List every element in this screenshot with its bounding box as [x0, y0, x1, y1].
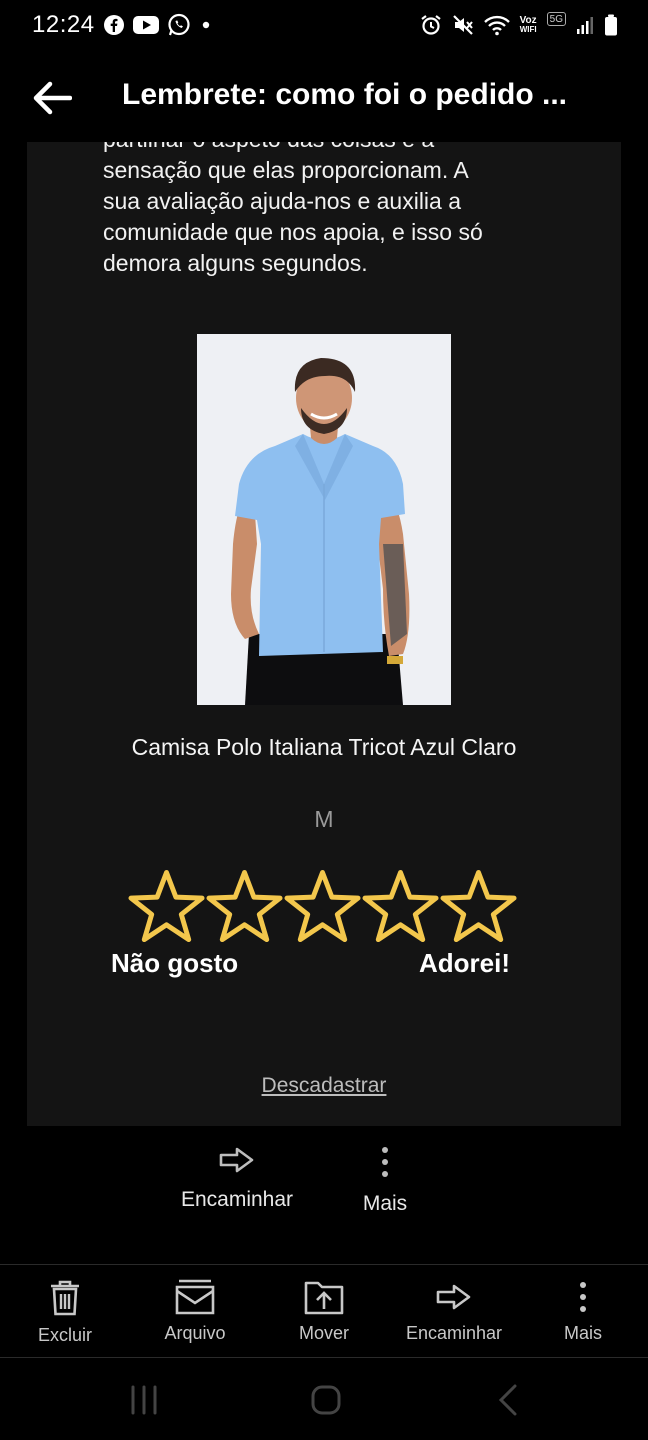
star-3-icon[interactable] [284, 868, 361, 946]
back-arrow-icon [33, 81, 72, 115]
body-line: comunidade que nos apoia, e isso só [103, 219, 483, 245]
rating-high-label: Adorei! [419, 948, 510, 978]
body-line: demora alguns segundos. [103, 250, 368, 276]
back-nav-button[interactable] [478, 1382, 538, 1418]
back-button[interactable] [30, 76, 74, 120]
system-nav-bar [0, 1360, 648, 1440]
recents-icon [131, 1385, 157, 1415]
whatsapp-icon [167, 13, 191, 37]
home-button[interactable] [296, 1382, 356, 1418]
star-5-icon[interactable] [440, 868, 517, 946]
rating-low-label: Não gosto [111, 948, 239, 978]
inline-actions: Encaminhar Mais [0, 1146, 648, 1226]
move-folder-icon [304, 1281, 344, 1315]
forward-arrow-icon [219, 1147, 254, 1173]
product-photo-illustration [197, 334, 451, 705]
email-subject: Lembrete: como foi o pedido ... [122, 78, 568, 111]
inline-more-label: Mais [362, 1192, 408, 1215]
move-button[interactable]: Mover [259, 1279, 389, 1344]
forward-button[interactable]: Encaminhar [389, 1279, 519, 1344]
more-vertical-icon [580, 1282, 586, 1312]
body-line: sua avaliação ajuda-nos e auxilia a [103, 188, 462, 214]
wifi-label: WIFI [519, 25, 537, 34]
delete-label: Excluir [37, 1325, 92, 1345]
status-bar: 12:24 Voz WIFI 5G [0, 0, 648, 50]
forward-arrow-icon [436, 1284, 471, 1310]
product-size: M [314, 806, 334, 832]
more-vertical-icon [382, 1147, 388, 1177]
archive-icon [175, 1279, 215, 1315]
email-body: partilhar o aspeto das coisas e a sensaç… [27, 142, 621, 1126]
signal-icon [576, 15, 594, 35]
rating-stars [128, 868, 517, 946]
network-label: 5G [549, 13, 563, 25]
5g-icon: 5G [546, 12, 566, 26]
product-image[interactable] [197, 334, 451, 705]
star-2-icon[interactable] [206, 868, 283, 946]
move-label: Mover [298, 1323, 349, 1343]
inline-more-button[interactable]: Mais [350, 1146, 420, 1216]
email-body-text: partilhar o aspeto das coisas e a sensaç… [103, 142, 553, 279]
body-line: sensação que elas proporcionam. A [103, 157, 469, 183]
body-line: partilhar o aspeto das coisas e a [103, 142, 553, 155]
clock: 12:24 [32, 11, 95, 38]
facebook-icon [103, 14, 125, 36]
delete-button[interactable]: Excluir [0, 1279, 130, 1346]
chevron-left-icon [498, 1384, 517, 1416]
more-label: Mais [563, 1323, 602, 1343]
unsubscribe-link[interactable]: Descadastrar [27, 1074, 621, 1098]
battery-icon [604, 14, 618, 36]
inline-forward-label: Encaminhar [180, 1188, 294, 1211]
home-icon [311, 1385, 341, 1415]
recents-button[interactable] [114, 1382, 174, 1418]
inline-forward-button[interactable]: Encaminhar [176, 1146, 298, 1212]
voz-wifi-icon: Voz WIFI [519, 15, 537, 35]
status-right: Voz WIFI 5G [420, 12, 618, 36]
email-header: Lembrete: como foi o pedido ... [0, 62, 648, 134]
wifi-icon [483, 14, 510, 36]
bottom-toolbar: Excluir Arquivo Mover Encaminhar Mais [0, 1264, 648, 1358]
archive-button[interactable]: Arquivo [130, 1279, 260, 1344]
more-button[interactable]: Mais [518, 1279, 648, 1344]
star-4-icon[interactable] [362, 868, 439, 946]
trash-icon [51, 1280, 79, 1316]
dot-icon [199, 18, 213, 32]
product-name: Camisa Polo Italiana Tricot Azul Claro [131, 734, 517, 760]
mute-icon [452, 14, 474, 36]
status-left: 12:24 [32, 11, 213, 39]
alarm-icon [420, 14, 442, 36]
forward-label: Encaminhar [405, 1323, 503, 1343]
archive-label: Arquivo [164, 1323, 226, 1343]
star-1-icon[interactable] [128, 868, 205, 946]
voz-label: Voz [519, 15, 537, 26]
youtube-icon [132, 15, 159, 35]
